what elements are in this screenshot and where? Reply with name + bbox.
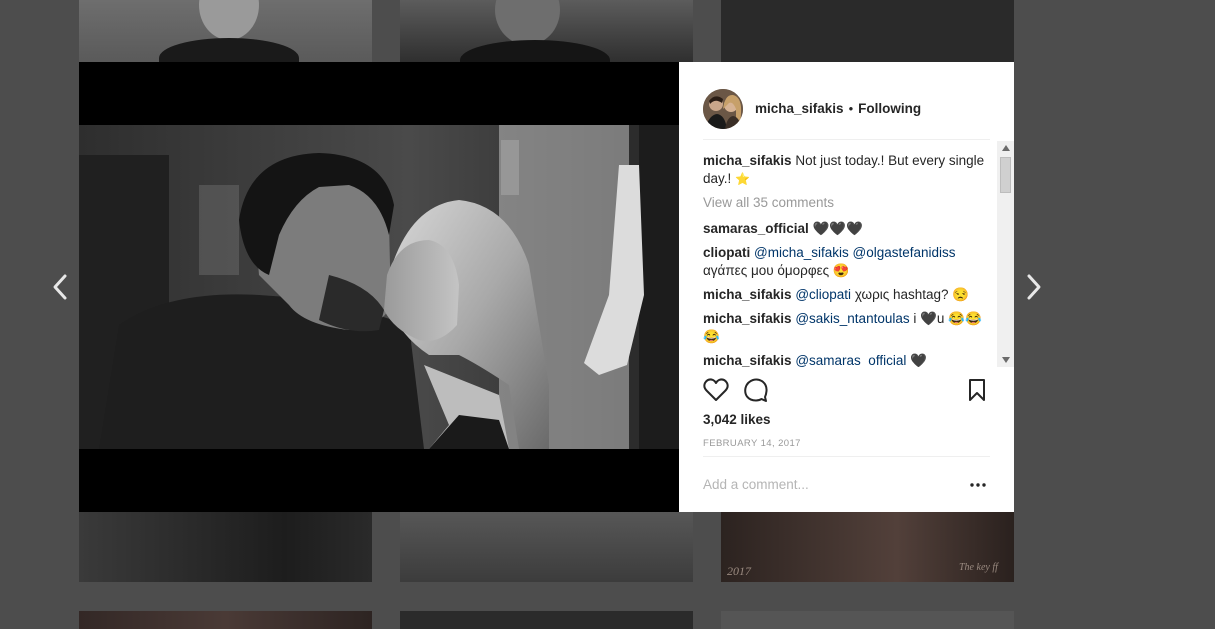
- avatar-image: [703, 88, 743, 129]
- mention-link[interactable]: @olgastefanidiss: [853, 245, 956, 260]
- save-button[interactable]: [964, 377, 990, 403]
- comment-username[interactable]: micha_sifakis: [703, 311, 792, 326]
- post-details-panel: micha_sifakis • Following micha_sifakis …: [679, 62, 1014, 512]
- comment-item: micha_sifakis @samaras_official 🖤: [703, 352, 995, 367]
- chevron-left-icon: [53, 274, 67, 300]
- chevron-right-icon: [1027, 274, 1041, 300]
- comment-item: cliopati @micha_sifakis @olgastefanidiss…: [703, 244, 995, 280]
- scroll-down-arrow[interactable]: [997, 353, 1014, 367]
- next-post-button[interactable]: [1020, 273, 1048, 301]
- comment-text: χωρις hashtag? 😒: [851, 287, 970, 302]
- add-comment-bar: [703, 456, 990, 512]
- previous-post-button[interactable]: [46, 273, 74, 301]
- thumbnail-figure: [495, 0, 560, 45]
- caption-username[interactable]: micha_sifakis: [703, 153, 792, 168]
- more-dots-icon: [970, 482, 986, 487]
- grid-thumbnail[interactable]: [400, 0, 693, 62]
- comment-input[interactable]: [703, 477, 966, 492]
- comment-text: 🖤🖤🖤: [808, 221, 863, 236]
- post-photo[interactable]: [79, 125, 679, 449]
- scrollbar-thumb[interactable]: [1000, 157, 1011, 193]
- comment-username[interactable]: samaras_official: [703, 221, 809, 236]
- grid-thumbnail[interactable]: [79, 611, 372, 629]
- star-icon: ⭐: [735, 172, 750, 186]
- comments-scrollbar[interactable]: [997, 141, 1014, 367]
- comments-list[interactable]: micha_sifakis Not just today.! But every…: [703, 152, 995, 367]
- mention-link[interactable]: @cliopati: [795, 287, 851, 302]
- like-button[interactable]: [703, 377, 729, 403]
- comment-item: micha_sifakis @sakis_ntantoulas i 🖤u 😂😂😂: [703, 310, 995, 346]
- grid-thumbnail[interactable]: [400, 512, 693, 582]
- thumbnail-figure: [199, 0, 259, 40]
- comment-bubble-icon: [744, 378, 768, 402]
- post-modal: micha_sifakis • Following micha_sifakis …: [79, 62, 1014, 512]
- post-media: [79, 62, 679, 512]
- post-header: micha_sifakis • Following: [703, 80, 990, 140]
- watermark-text: 2017: [727, 564, 751, 578]
- view-all-comments-link[interactable]: View all 35 comments: [703, 194, 995, 212]
- grid-thumbnail[interactable]: 2017 The key ff: [721, 512, 1014, 582]
- grid-thumbnail[interactable]: [79, 0, 372, 62]
- photo-image: [79, 125, 679, 449]
- caret-up-icon: [1001, 145, 1010, 151]
- scroll-up-arrow[interactable]: [997, 141, 1014, 155]
- grid-thumbnail[interactable]: [721, 611, 1014, 629]
- mention-link[interactable]: @sakis_ntantoulas: [795, 311, 909, 326]
- comment-item: micha_sifakis @cliopati χωρις hashtag? 😒: [703, 286, 995, 304]
- caption: micha_sifakis Not just today.! But every…: [703, 152, 995, 188]
- following-button[interactable]: Following: [858, 101, 921, 116]
- header-separator: •: [848, 101, 854, 116]
- caret-down-icon: [1001, 357, 1010, 363]
- grid-thumbnail[interactable]: [400, 611, 693, 629]
- more-options-button[interactable]: [966, 475, 990, 495]
- post-actions: [703, 376, 990, 404]
- grid-thumbnail[interactable]: [721, 0, 1014, 62]
- thumbnail-figure: [460, 40, 610, 62]
- grid-thumbnail[interactable]: [79, 512, 372, 582]
- comment-username[interactable]: micha_sifakis: [703, 287, 792, 302]
- heart-icon: [703, 378, 729, 401]
- bookmark-icon: [969, 379, 985, 401]
- watermark-text: The key ff: [959, 562, 998, 573]
- comment-username[interactable]: micha_sifakis: [703, 353, 792, 367]
- mention-link[interactable]: @micha_sifakis: [754, 245, 849, 260]
- post-date[interactable]: FEBRUARY 14, 2017: [703, 438, 801, 449]
- comment-item: samaras_official 🖤🖤🖤: [703, 220, 995, 238]
- comment-text: αγάπες μου όμορφες 😍: [703, 263, 850, 278]
- comment-button[interactable]: [743, 377, 769, 403]
- comment-thread: samaras_official 🖤🖤🖤 cliopati @micha_sifa…: [703, 220, 995, 367]
- thumbnail-figure: [159, 38, 299, 62]
- comment-text: 🖤: [906, 353, 927, 367]
- post-username[interactable]: micha_sifakis: [755, 101, 844, 116]
- likes-count[interactable]: 3,042 likes: [703, 412, 771, 427]
- comment-username[interactable]: cliopati: [703, 245, 750, 260]
- avatar[interactable]: [703, 88, 743, 129]
- mention-link[interactable]: @samaras_official: [795, 353, 906, 367]
